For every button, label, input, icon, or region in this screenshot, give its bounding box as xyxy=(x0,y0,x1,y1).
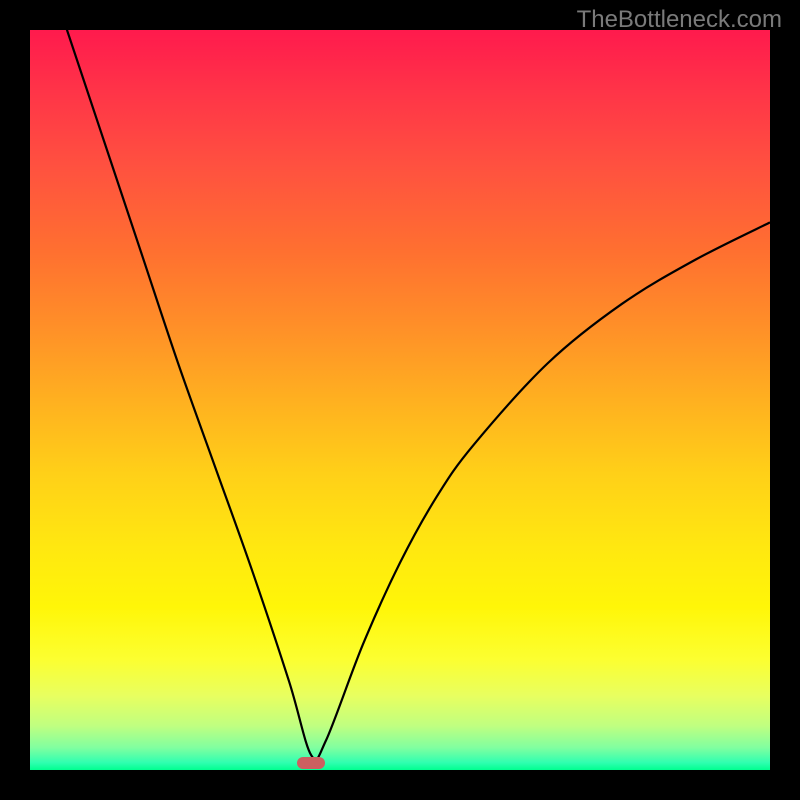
bottleneck-curve-path xyxy=(30,30,770,760)
optimal-point-marker xyxy=(297,757,325,769)
chart-plot-area xyxy=(30,30,770,770)
chart-curve-svg xyxy=(30,30,770,770)
watermark-text: TheBottleneck.com xyxy=(577,6,782,34)
